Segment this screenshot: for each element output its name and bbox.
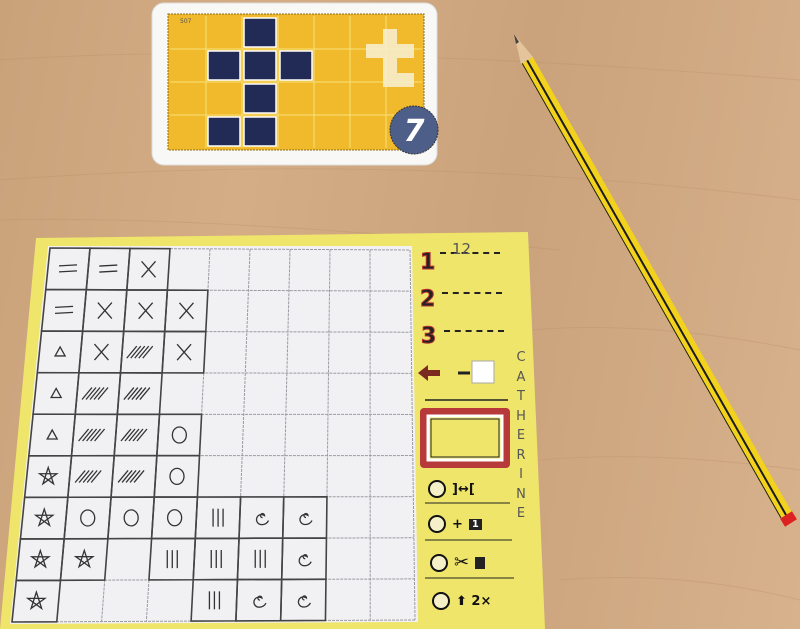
name-letter: C [516,350,526,365]
checkbox-circle[interactable] [428,480,446,498]
pencil [514,34,797,527]
checkbox-circle[interactable] [428,515,446,533]
name-letter: E [516,506,526,521]
card-filled-cell [207,116,241,147]
name-letter: I [519,467,523,482]
card-filled-cell [243,50,277,81]
checkbox-circle[interactable] [432,592,450,610]
checkbox-circle[interactable] [430,553,448,572]
card-number: 7 [404,114,425,149]
rank-3: 3 [420,324,437,350]
name-letter: T [517,389,525,404]
card-filled-cell [243,116,277,147]
card-filled-cell [279,50,313,81]
bonus-plus-one[interactable]: + 1 [428,515,482,533]
player-name: CATHERINE [514,348,528,524]
card-filled-cell [243,17,277,48]
plus-one-icon: 1 [468,518,482,530]
photo-scene: 507 7 [0,2,800,629]
small-cell-icon [471,360,495,384]
name-letter: A [516,369,526,385]
shape-card: 507 7 [151,2,439,166]
card-filled-cell [207,50,241,81]
card-code: 507 [180,18,192,25]
bonus-arrow-up[interactable]: ⬆ 2× [432,592,491,610]
expand-icon: ]↔[ [452,481,475,497]
scissors-icon: ✂ [454,552,470,573]
arrow-up-icon: ⬆ 2× [456,593,492,609]
score-value-1[interactable]: 12 [452,240,471,258]
card-filled-cell [243,83,277,114]
name-letter: E [516,428,526,443]
piece-icon [475,556,486,569]
plus-icon: + [452,516,463,532]
name-letter: N [516,486,526,502]
rank-2: 2 [419,287,436,313]
bonus-scissors[interactable]: ✂ [430,552,486,573]
name-letter: H [516,408,526,424]
bonus-expand[interactable]: ]↔[ [428,480,475,498]
name-letter: R [516,447,526,463]
rank-1: 1 [419,250,436,276]
